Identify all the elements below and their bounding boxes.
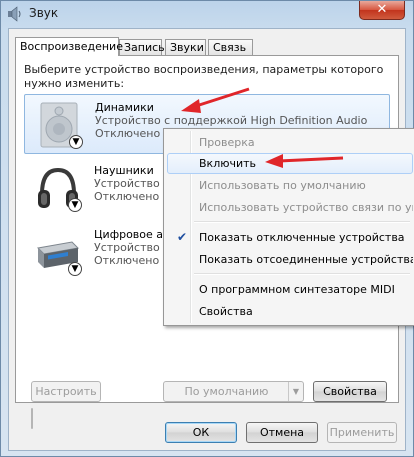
device-description: Устройство с	[94, 177, 170, 190]
checkmark-icon: ✔	[177, 230, 188, 244]
device-description: Устройство с поддержкой High Definition …	[95, 114, 368, 127]
configure-button[interactable]	[31, 408, 33, 429]
cancel-button[interactable]: Отмена	[246, 422, 318, 443]
set-default-label: По умолчанию	[184, 385, 269, 398]
disabled-arrow-icon: ▼	[69, 135, 83, 149]
dropdown-arrow-icon[interactable]: ▼	[288, 382, 303, 401]
disabled-arrow-icon: ▼	[68, 198, 82, 212]
device-status: Отключено	[95, 127, 161, 140]
menu-item-label: Показать отключенные устройства	[199, 231, 405, 244]
menu-item-properties[interactable]: Свойства	[167, 301, 413, 322]
menu-item-show-disconnected[interactable]: Показать отсоединенные устройства	[167, 249, 413, 270]
device-description: Устройство с	[94, 241, 170, 254]
menu-item-about-midi[interactable]: О программном синтезаторе MIDI	[167, 279, 413, 300]
tab-recording[interactable]: Запись	[119, 39, 165, 55]
device-name: Динамики	[95, 101, 154, 114]
set-default-button[interactable]: По умолчанию ▼	[163, 381, 304, 402]
configure-button[interactable]: Настроить	[31, 381, 101, 402]
disabled-arrow-icon: ▼	[68, 262, 82, 276]
tab-sounds[interactable]: Звуки	[165, 39, 206, 55]
ok-button[interactable]: ОК	[165, 422, 237, 443]
device-status: Отключено	[94, 190, 160, 203]
apply-button[interactable]: Применить	[327, 422, 397, 443]
device-name: Наушники	[94, 164, 154, 177]
window-title: Звук	[29, 6, 59, 20]
menu-item-set-default-communication[interactable]: Использовать устройство связи по умолчан…	[167, 197, 413, 218]
menu-item-set-default[interactable]: Использовать по умолчанию	[167, 175, 413, 196]
speaker-title-icon	[8, 6, 21, 22]
menu-separator	[194, 221, 410, 223]
close-button[interactable]: ✕	[359, 1, 405, 20]
tab-playback[interactable]: Воспроизведение	[15, 37, 123, 56]
tab-communications[interactable]: Связь	[208, 39, 253, 55]
annotation-arrow-enable	[265, 154, 344, 168]
menu-item-test[interactable]: Проверка	[167, 132, 413, 153]
device-status: Отключено	[94, 254, 160, 267]
title-bar[interactable]: Звук ✕	[1, 1, 413, 27]
properties-button[interactable]: Свойства	[313, 381, 387, 402]
sound-dialog: Звук ✕ Воспроизведение Запись Звуки Связ…	[0, 0, 414, 457]
menu-separator	[194, 273, 410, 275]
menu-item-show-disabled[interactable]: ✔ Показать отключенные устройства	[167, 227, 413, 248]
annotation-arrow-device	[181, 87, 250, 113]
